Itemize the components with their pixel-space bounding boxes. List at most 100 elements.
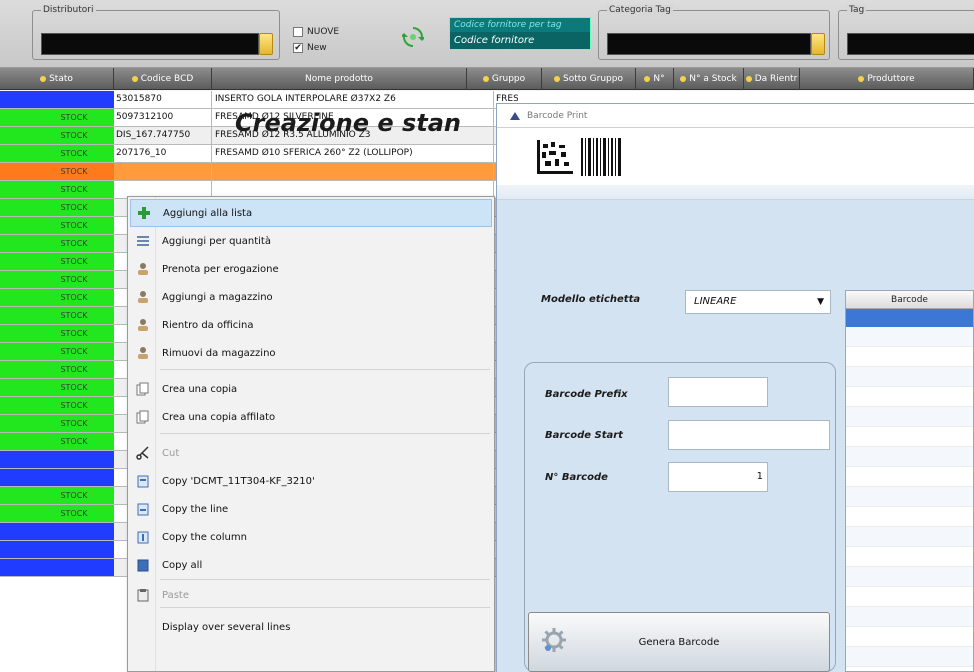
row-status-color [0,127,34,144]
row-status: STOCK [34,127,114,144]
barcode-list-row[interactable] [846,367,973,387]
barcode-start-input[interactable] [668,420,830,450]
barcode-list-row[interactable] [846,647,973,667]
barcode-list-row[interactable] [846,567,973,587]
barcode-list-row[interactable] [846,627,973,647]
context-menu-item-3[interactable]: Prenota per erogazione [130,255,492,283]
new-checkbox-box[interactable]: ✔ [293,43,303,53]
header-band [497,185,974,199]
row-status-color [0,469,34,486]
barcode-list-row[interactable] [846,427,973,447]
row-status-color [0,325,34,342]
user-add-icon [130,283,156,311]
barcode-list-row[interactable] [846,467,973,487]
paste-icon [130,581,156,609]
barcode-list-row[interactable] [846,407,973,427]
row-status: STOCK [34,379,114,396]
row-product-name[interactable]: FRESAMD Ø10 SFERICA 260° Z2 (LOLLIPOP) [212,145,494,162]
column-header-da-rientro[interactable]: Da Rientr [744,68,800,90]
distributori-select[interactable] [41,33,259,55]
context-menu-item-10[interactable]: Copy 'DCMT_11T304-KF_3210' [130,467,492,495]
column-header-produttore[interactable]: Produttore [800,68,974,90]
list-icon [130,227,156,255]
row-code[interactable]: 5097312100 [114,109,212,126]
barcode-list-row[interactable] [846,447,973,467]
row-code[interactable]: 53015870 [114,91,212,108]
context-menu-item-11[interactable]: Copy the line [130,495,492,523]
nuove-checkbox-box[interactable] [293,27,303,37]
context-menu-item-4[interactable]: Aggiungi a magazzino [130,283,492,311]
row-status-color [0,487,34,504]
barcode-list-row[interactable] [846,587,973,607]
menu-separator [160,433,490,434]
context-menu-item-1[interactable]: Aggiungi alla lista [130,199,492,227]
row-code[interactable] [114,163,212,180]
barcode-list-row[interactable] [846,507,973,527]
context-menu-item-15[interactable]: Display over several lines [130,613,492,641]
nuove-checkbox[interactable]: NUOVE [293,27,339,37]
categoria-tag-select[interactable] [607,33,811,55]
codice-fornitore-value[interactable]: Codice fornitore [450,32,590,49]
n-barcode-input[interactable]: 1 [668,462,768,492]
categoria-tag-dropdown-button[interactable] [811,33,825,55]
barcode-list-row[interactable] [846,487,973,507]
row-status-color [0,163,34,180]
context-menu-item-12[interactable]: Copy the column [130,523,492,551]
context-menu-item-8[interactable]: Crea una copia affilato [130,403,492,431]
row-product-name[interactable] [212,163,494,180]
row-status-color [0,253,34,270]
row-product-name[interactable]: INSERTO GOLA INTERPOLARE Ø37X2 Z6 [212,91,494,108]
context-menu-label: Crea una copia affilato [162,411,276,423]
column-header-codice-bcd[interactable]: Codice BCD [114,68,212,90]
tag-select[interactable] [847,33,974,55]
row-status-color [0,181,34,198]
distributori-dropdown-button[interactable] [259,33,273,55]
context-menu-label: Copy all [162,559,203,571]
tag-group: Tag [838,5,974,60]
barcode-list[interactable]: Barcode [845,290,974,672]
barcode-list-row[interactable] [846,607,973,627]
barcode-list-selected-row[interactable] [846,309,973,327]
modello-etichetta-select[interactable]: LINEARE ▼ [685,290,831,314]
context-menu-item-5[interactable]: Rientro da officina [130,311,492,339]
row-status: STOCK [34,163,114,180]
refresh-icon[interactable] [402,26,424,48]
barcode-list-row[interactable] [846,527,973,547]
copy-cell-icon [130,467,156,495]
column-header-stato[interactable]: Stato [0,68,114,90]
barcode-list-row[interactable] [846,387,973,407]
context-menu-item-7[interactable]: Crea una copia [130,375,492,403]
genera-barcode-button[interactable]: Genera Barcode [528,612,830,672]
context-menu-item-2[interactable]: Aggiungi per quantità [130,227,492,255]
column-header-sotto-gruppo[interactable]: Sotto Gruppo [542,68,636,90]
barcode-list-row[interactable] [846,327,973,347]
barcode-list-row[interactable] [846,547,973,567]
copy-icon [130,375,156,403]
chevron-down-icon[interactable]: ▼ [817,291,824,313]
barcode-prefix-input[interactable] [668,377,768,407]
row-status: STOCK [34,109,114,126]
new-checkbox[interactable]: ✔ New [293,43,327,53]
row-status: STOCK [34,433,114,450]
scissors-icon [130,439,156,467]
menu-separator [160,369,490,370]
column-header-gruppo[interactable]: Gruppo [467,68,542,90]
row-status: STOCK [34,145,114,162]
column-header-n-a-stock[interactable]: N° a Stock [674,68,744,90]
context-menu-item-6[interactable]: Rimuovi da magazzino [130,339,492,367]
row-code[interactable]: 207176_10 [114,145,212,162]
barcode-list-row[interactable] [846,347,973,367]
row-status [34,469,114,486]
row-status-color [0,235,34,252]
row-code[interactable]: DIS_167.747750 [114,127,212,144]
column-header-n[interactable]: N° [636,68,674,90]
row-status-color [0,505,34,522]
row-status: STOCK [34,325,114,342]
distributori-group: Distributori [32,5,280,60]
codice-fornitore-hint: Codice fornitore per tag [454,20,562,30]
categoria-tag-label: Categoria Tag [607,5,673,15]
context-menu-item-13[interactable]: Copy all [130,551,492,579]
codice-fornitore-field[interactable]: Codice fornitore per tag Codice fornitor… [449,17,591,50]
column-header-nome-prodotto[interactable]: Nome prodotto [212,68,467,90]
barcode-list-header[interactable]: Barcode [846,291,973,309]
